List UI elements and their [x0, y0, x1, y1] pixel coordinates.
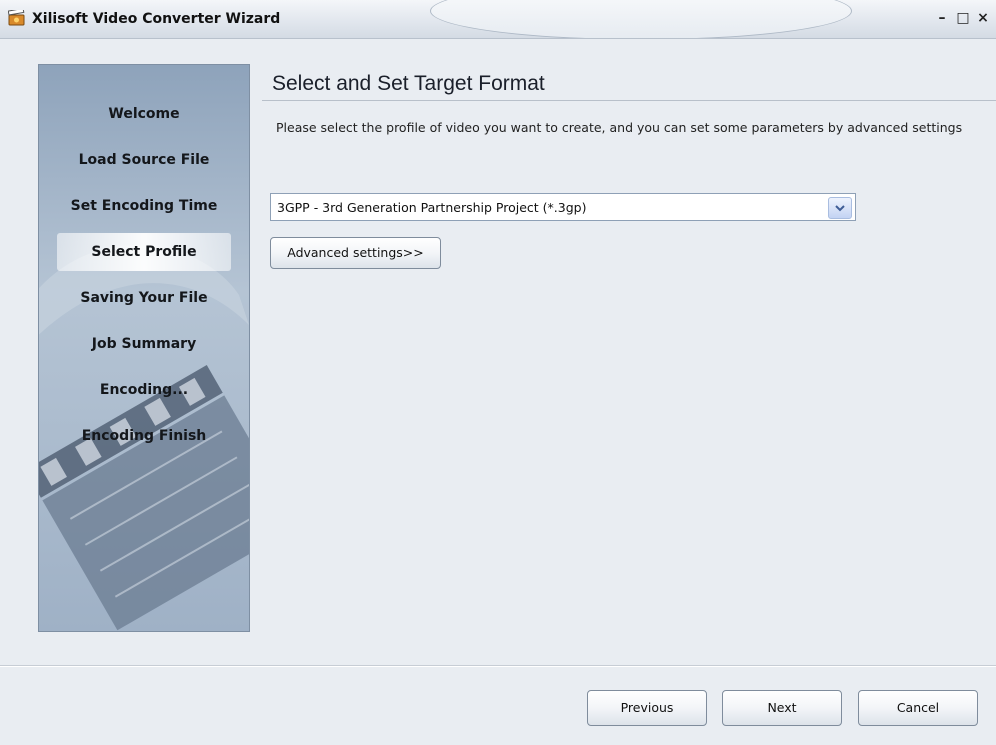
next-button[interactable]: Next [722, 690, 842, 726]
step-welcome: Welcome [108, 106, 180, 122]
step-select-profile: Select Profile [57, 233, 231, 271]
step-load-source-file: Load Source File [78, 152, 210, 168]
close-button[interactable]: × [975, 9, 991, 27]
chevron-down-icon [835, 205, 845, 212]
profile-select[interactable]: 3GPP - 3rd Generation Partnership Projec… [270, 193, 856, 221]
minimize-button[interactable]: – [934, 9, 950, 27]
wizard-steps-sidebar: Welcome Load Source File Set Encoding Ti… [38, 64, 250, 632]
step-encoding: Encoding... [99, 382, 189, 398]
title-bar: Xilisoft Video Converter Wizard – □ × [0, 0, 996, 39]
page-title: Select and Set Target Format [272, 72, 545, 95]
step-job-summary: Job Summary [91, 336, 197, 352]
app-icon [8, 10, 25, 26]
profile-select-value: 3GPP - 3rd Generation Partnership Projec… [277, 200, 587, 215]
window-title: Xilisoft Video Converter Wizard [32, 11, 281, 27]
maximize-button[interactable]: □ [955, 9, 971, 27]
title-bar-decoration [430, 0, 852, 38]
dropdown-toggle[interactable] [828, 197, 852, 219]
step-set-encoding-time: Set Encoding Time [70, 198, 218, 214]
step-saving-your-file: Saving Your File [80, 290, 208, 306]
footer-divider [0, 665, 996, 667]
heading-divider [262, 100, 996, 101]
advanced-settings-button[interactable]: Advanced settings>> [270, 237, 441, 269]
previous-button[interactable]: Previous [587, 690, 707, 726]
step-encoding-finish: Encoding Finish [81, 428, 207, 444]
instructions-text: Please select the profile of video you w… [276, 120, 963, 135]
cancel-button[interactable]: Cancel [858, 690, 978, 726]
